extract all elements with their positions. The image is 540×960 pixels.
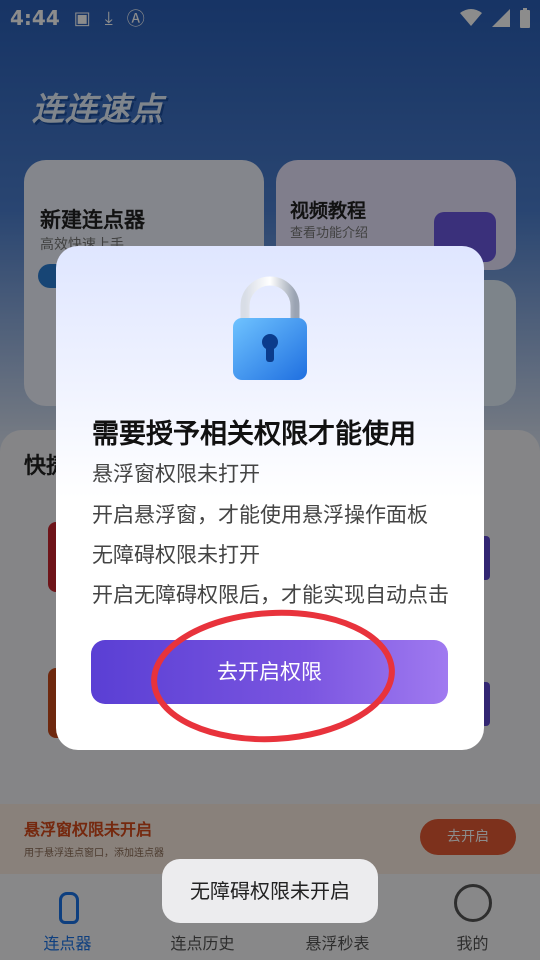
grant-permission-button[interactable]: 去开启权限 — [91, 640, 448, 704]
toast-message: 无障碍权限未开启 — [162, 859, 378, 923]
dialog-line: 悬浮窗权限未打开 — [92, 462, 260, 486]
dialog-line: 开启无障碍权限后，才能实现自动点击 — [92, 583, 449, 607]
dialog-line: 无障碍权限未打开 — [92, 543, 260, 567]
lock-icon — [233, 276, 307, 380]
dialog-line: 开启悬浮窗，才能使用悬浮操作面板 — [92, 503, 428, 527]
dialog-title: 需要授予相关权限才能使用 — [92, 419, 416, 450]
permission-dialog: 需要授予相关权限才能使用 悬浮窗权限未打开 开启悬浮窗，才能使用悬浮操作面板 无… — [56, 246, 484, 750]
